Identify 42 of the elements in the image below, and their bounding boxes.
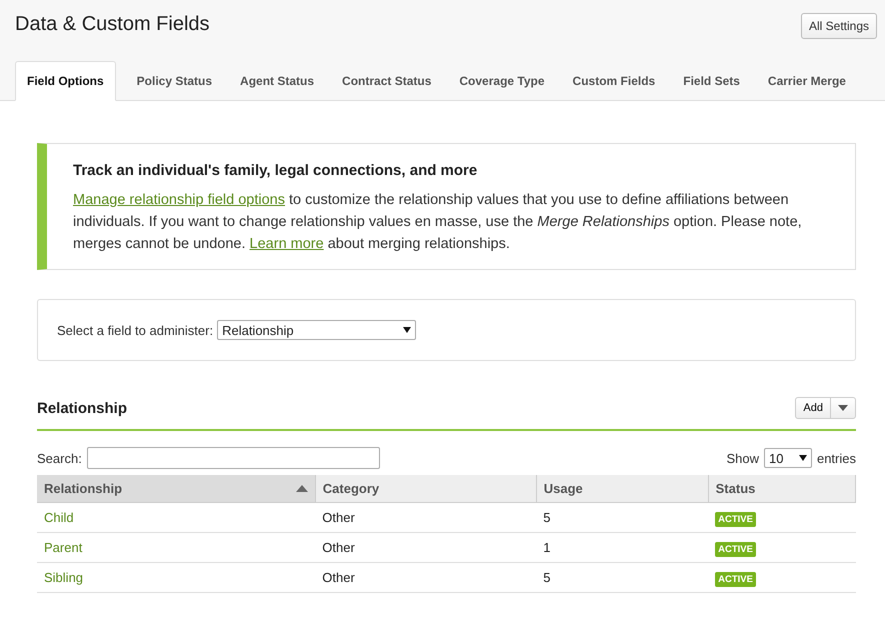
table-cell: 5: [536, 562, 708, 592]
caret-icon: [838, 405, 848, 411]
status-badge: ACTIVE: [715, 572, 756, 587]
status-badge: ACTIVE: [715, 512, 756, 527]
tab[interactable]: Contract Status: [341, 61, 432, 101]
column-header[interactable]: Usage: [536, 475, 708, 502]
field-select-label: Select a field to administer:: [57, 322, 214, 338]
page-title: Data & Custom Fields: [15, 13, 210, 36]
column-header[interactable]: Category: [315, 475, 536, 502]
relationship-link[interactable]: Sibling: [37, 562, 316, 592]
tab[interactable]: Field Sets: [682, 61, 741, 101]
sort-ascending-icon: [296, 485, 308, 492]
search-label: Search:: [37, 450, 82, 466]
status-badge: ACTIVE: [715, 542, 756, 557]
manage-options-link[interactable]: Manage relationship field options: [73, 192, 285, 208]
field-select-dropdown[interactable]: Relationship: [217, 320, 416, 340]
tab[interactable]: Carrier Merge: [766, 61, 847, 101]
info-heading: Track an individual's family, legal connections, and more: [73, 162, 478, 179]
tab[interactable]: Policy Status: [136, 61, 214, 101]
entries-label: entries: [816, 450, 856, 466]
caret-icon: [798, 455, 807, 461]
tab[interactable]: Agent Status: [239, 61, 316, 101]
relationship-link[interactable]: Child: [37, 502, 316, 532]
column-header[interactable]: Relationship: [37, 475, 316, 502]
caret-icon: [403, 327, 412, 333]
table-cell: Other: [315, 562, 536, 592]
relationship-link[interactable]: Parent: [37, 532, 316, 562]
tab[interactable]: Coverage Type: [458, 61, 546, 101]
info-paragraph: Manage relationship field options to customize the relationship values that you use to define affiliations between individuals. If you want to change relationship values en masse, use the Merge Relationships option. Please note, merges cannot be undone. Learn more about merging relationships.: [73, 191, 803, 254]
table-cell: Other: [315, 502, 536, 532]
table-cell: 5: [536, 502, 708, 532]
show-label: Show: [726, 450, 759, 466]
search-field[interactable]: [86, 447, 380, 469]
column-header[interactable]: Status: [708, 475, 856, 502]
page-size-dropdown[interactable]: 10: [764, 448, 812, 468]
table-cell: Other: [315, 532, 536, 562]
tab[interactable]: Custom Fields: [572, 61, 656, 101]
section-title: Relationship: [37, 400, 128, 416]
learn-more-link[interactable]: Learn more: [250, 236, 324, 252]
table-cell: 1: [536, 532, 708, 562]
all-settings-button[interactable]: All Settings: [800, 13, 877, 39]
tab[interactable]: Field Options: [15, 61, 116, 101]
